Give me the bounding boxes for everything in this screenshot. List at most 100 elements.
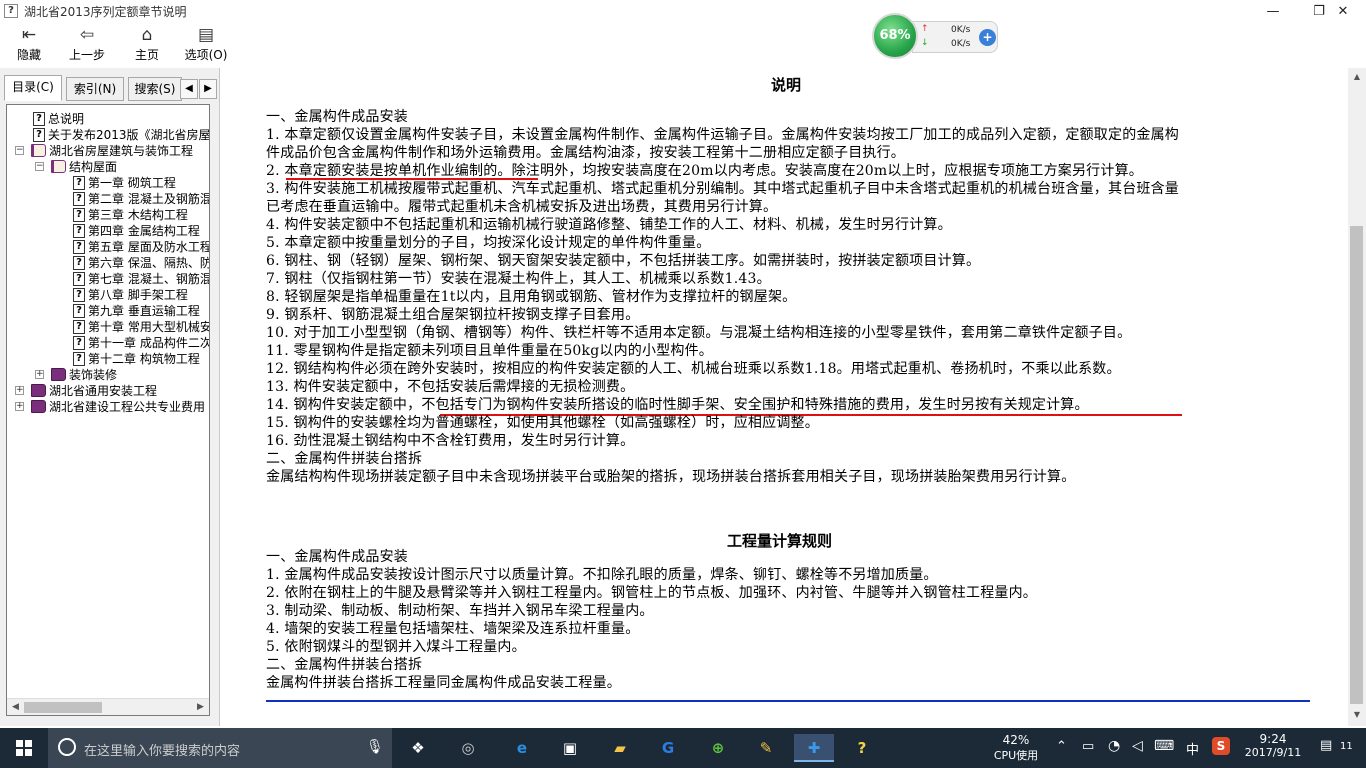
collapse-icon[interactable]: − <box>35 162 44 171</box>
tree-item[interactable]: ? 第三章 木结构工程 <box>73 207 188 223</box>
ime-indicator[interactable]: 中 <box>1186 739 1199 768</box>
tree-item[interactable]: ? 第八章 脚手架工程 <box>73 287 188 303</box>
sogou-input-icon[interactable]: S <box>1212 737 1230 755</box>
expand-icon[interactable]: + <box>15 402 24 411</box>
tab-search[interactable]: 搜索(S) <box>128 77 182 101</box>
accelerate-plus-icon[interactable]: + <box>979 29 996 46</box>
notes-app-icon[interactable]: ✎ <box>752 734 780 762</box>
tree-item[interactable]: ? 第二章 混凝土及钢筋混 <box>73 191 209 207</box>
content-line: 一、金属构件成品安装 <box>266 109 408 125</box>
expand-icon[interactable]: + <box>15 386 24 395</box>
tree-item[interactable]: ? 第九章 垂直运输工程 <box>73 303 200 319</box>
content-line: 16. 劲性混凝土钢结构中不含栓钉费用，发生时另行计算。 <box>266 433 635 449</box>
back-arrow-icon: ⇦ <box>79 25 95 45</box>
tab-index[interactable]: 索引(N) <box>66 77 124 101</box>
start-button[interactable] <box>0 728 48 768</box>
title-bar: ? 湖北省2013序列定额章节说明 — ❐ ✕ <box>0 0 1366 22</box>
cpu-monitor[interactable]: 42% CPU使用 <box>984 728 1048 768</box>
tree-item[interactable]: ? 第十二章 构筑物工程 <box>73 351 200 367</box>
tree-item[interactable]: ? 第十章 常用大型机械安 <box>73 319 209 335</box>
content-line: 3. 制动梁、制动板、制动桁架、车挡并入钢吊车梁工程量内。 <box>266 603 654 619</box>
360-security-icon[interactable]: ⊕ <box>704 734 732 762</box>
speed-panel: ↑ 0K/s ↓ 0K/s + <box>912 21 998 53</box>
download-speed: 0K/s <box>951 39 971 49</box>
help-topic-icon: ? <box>73 176 85 190</box>
tree-item[interactable]: ? 第五章 屋面及防水工程 <box>73 239 209 255</box>
open-book-icon <box>51 160 66 173</box>
scroll-thumb[interactable] <box>24 702 102 713</box>
tree-item[interactable]: ? 总说明 <box>33 111 84 127</box>
home-label: 主页 <box>134 48 159 62</box>
notification-center-icon[interactable]: ▤ <box>1320 738 1332 768</box>
help-topic-icon: ? <box>33 112 45 126</box>
tree-item[interactable]: + 装饰装修 <box>35 367 117 383</box>
tab-contents[interactable]: 目录(C) <box>4 75 62 101</box>
content-line: 2. 依附在钢柱上的牛腿及悬臂梁等并入钢柱工程量内。钢管柱上的节点板、加强环、内… <box>266 585 1038 601</box>
tree-item[interactable]: ? 第一章 砌筑工程 <box>73 175 176 191</box>
help-topic-icon: ? <box>73 192 85 206</box>
task-view-icon[interactable]: ❖ <box>404 734 432 762</box>
clock[interactable]: 9:24 2017/9/11 <box>1240 728 1306 768</box>
scroll-left-icon[interactable]: ◀ <box>8 700 23 715</box>
download-arrow-icon: ↓ <box>921 38 929 48</box>
back-button[interactable]: ⇦ 上一步 <box>62 24 112 64</box>
edge-browser-icon[interactable]: e <box>508 734 536 762</box>
tree-item-label: 第三章 木结构工程 <box>88 208 188 222</box>
tree-item[interactable]: + 湖北省建设工程公共专业费用 <box>15 399 205 415</box>
network-widget-app-icon[interactable]: ✚ <box>794 734 834 762</box>
tree-item[interactable]: − 湖北省房屋建筑与装饰工程 <box>15 143 193 159</box>
taskbar-search-box[interactable]: 在这里输入你要搜索的内容 🎙 <box>48 728 392 768</box>
minimize-button[interactable]: — <box>1250 0 1296 22</box>
close-button[interactable]: ✕ <box>1320 0 1366 22</box>
hide-button[interactable]: ⇤ 隐藏 <box>4 24 54 64</box>
battery-icon[interactable]: ▭ <box>1082 739 1094 768</box>
tree-item[interactable]: + 湖北省通用安装工程 <box>15 383 157 399</box>
tree-item[interactable]: − 结构屋面 <box>35 159 117 175</box>
content-vertical-scrollbar[interactable]: ▲ ▼ <box>1348 68 1366 726</box>
expand-icon[interactable]: + <box>35 370 44 379</box>
scroll-up-icon[interactable]: ▲ <box>1350 70 1364 84</box>
360-browser-icon[interactable]: ◎ <box>454 734 482 762</box>
blue-horizontal-rule <box>266 700 1310 702</box>
home-button[interactable]: ⌂ 主页 <box>122 24 172 64</box>
content-line: 15. 钢构件的安装螺栓均为普通螺栓，如使用其他螺栓（如高强螺栓）时，应相应调整… <box>266 415 819 431</box>
content-line: 9. 钢系杆、钢筋混凝土组合屋架钢拉杆按钢支撑子目套用。 <box>266 307 640 323</box>
content-line: 10. 对于加工小型型钢（角钢、槽钢等）构件、铁栏杆等不适用本定额。与混凝土结构… <box>266 325 1132 341</box>
scroll-down-icon[interactable]: ▼ <box>1350 708 1364 722</box>
content-line: 二、金属构件拼装台搭拆 <box>266 657 423 673</box>
book-icon <box>31 384 46 397</box>
tree-item[interactable]: ? 第六章 保温、隔热、防 <box>73 255 209 271</box>
file-explorer-icon[interactable]: ▰ <box>606 734 634 762</box>
help-viewer-app-icon[interactable]: ? <box>848 734 876 762</box>
content-line: 金属结构构件现场拼装定额子目中未含现场拼装平台或胎架的搭拆，现场拼装台搭拆套用相… <box>266 469 1076 485</box>
tab-scroll-left-icon[interactable]: ◀ <box>180 79 198 99</box>
tree-item-label: 关于发布2013版《湖北省房屋 <box>48 128 210 142</box>
memory-usage-ball[interactable]: 68% <box>872 13 918 59</box>
scroll-thumb[interactable] <box>1350 226 1363 704</box>
volume-icon[interactable]: ◁ <box>1132 738 1143 768</box>
keyboard-icon[interactable]: ⌨ <box>1154 738 1174 768</box>
tree-item-label: 总说明 <box>48 112 85 126</box>
upload-arrow-icon: ↑ <box>921 24 929 34</box>
tree-horizontal-scrollbar[interactable]: ◀ ▶ <box>7 698 209 715</box>
tree-item[interactable]: ? 第四章 金属结构工程 <box>73 223 200 239</box>
tree-item-label: 第九章 垂直运输工程 <box>88 304 200 318</box>
options-button[interactable]: ▤ 选项(O) <box>180 24 232 64</box>
tree-item-label: 第十一章 成品构件二次 <box>88 336 210 350</box>
tree-item-label: 结构屋面 <box>69 160 118 174</box>
contents-tree[interactable]: ? 总说明 ? 关于发布2013版《湖北省房屋 − 湖北省房屋建筑与装饰工程 − 结… <box>6 104 210 716</box>
tree-item[interactable]: ? 关于发布2013版《湖北省房屋 <box>33 127 210 143</box>
tab-scroll-right-icon[interactable]: ▶ <box>199 79 217 99</box>
scroll-right-icon[interactable]: ▶ <box>193 700 208 715</box>
tree-item[interactable]: ? 第十一章 成品构件二次 <box>73 335 210 351</box>
sogou-browser-icon[interactable]: G <box>654 734 682 762</box>
microphone-icon[interactable]: 🎙 <box>366 739 384 755</box>
help-topic-icon: ? <box>33 128 45 142</box>
help-topic-icon: ? <box>73 352 85 366</box>
tree-item[interactable]: ? 第七章 混凝土、钢筋混 <box>73 271 209 287</box>
show-hidden-icons-icon[interactable]: ⌃ <box>1056 739 1067 768</box>
store-icon[interactable]: ▣ <box>556 734 584 762</box>
wifi-icon[interactable]: ◔ <box>1108 738 1120 768</box>
collapse-icon[interactable]: − <box>15 146 24 155</box>
network-monitor-widget[interactable]: ↑ 0K/s ↓ 0K/s + 68% <box>872 12 998 59</box>
